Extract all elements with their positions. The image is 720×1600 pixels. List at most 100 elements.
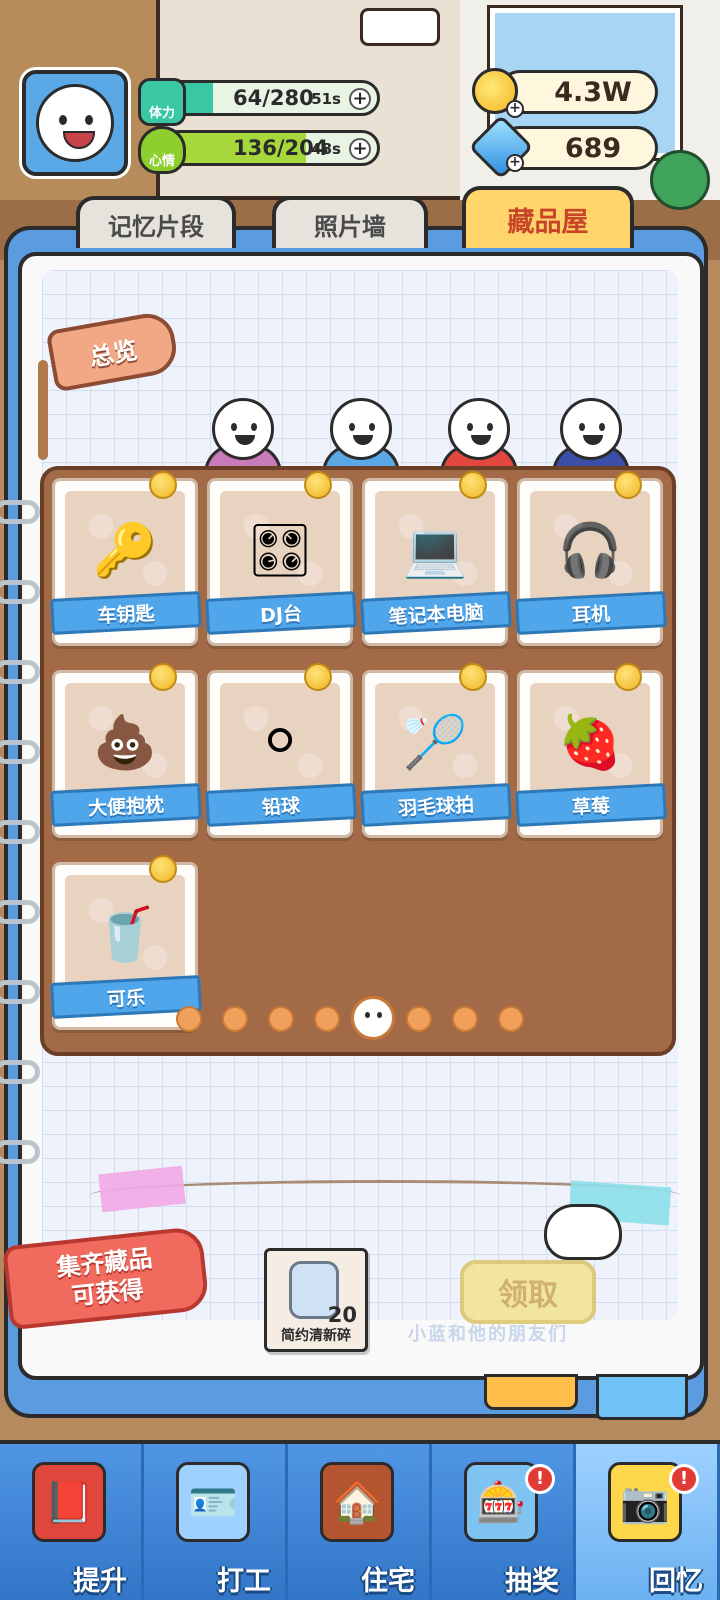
character-face [560, 398, 622, 460]
nav-item-4[interactable]: 📷 回忆! [576, 1444, 720, 1600]
player-avatar[interactable] [22, 70, 128, 176]
tab-photo-wall[interactable]: 照片墙 [272, 196, 428, 248]
binder-ring [0, 500, 40, 524]
claim-button[interactable]: 领取 [460, 1260, 596, 1324]
stamina-add-button[interactable]: + [349, 88, 371, 110]
poop-pillow-icon: 💩 [65, 683, 185, 801]
stamina-label: 体力 [148, 106, 175, 121]
tab-collection-room[interactable]: 藏品屋 [462, 186, 634, 248]
house-icon: 🏠 [320, 1462, 394, 1542]
bookmark-ribbon [596, 1374, 688, 1420]
collection-item-card[interactable]: 🥤 可乐 [50, 855, 202, 1030]
pin-icon [459, 663, 487, 691]
binder-ring [0, 1060, 40, 1084]
nav-label: 抽奖 [505, 1566, 559, 1597]
binder-ring [0, 900, 40, 924]
item-name-label: 草莓 [515, 783, 667, 827]
banner-line-2: 可获得 [70, 1275, 145, 1311]
character-face-sunglasses [448, 398, 510, 460]
page-dot[interactable] [222, 1006, 248, 1032]
page-dot[interactable] [176, 1006, 202, 1032]
collection-item-card[interactable]: ⚪ 铅球 [205, 663, 357, 838]
alert-badge-icon: ! [525, 1464, 555, 1494]
pin-icon [149, 855, 177, 883]
stamina-timer: 51s [311, 90, 341, 108]
strawberry-icon: 🍓 [530, 683, 650, 801]
watermark-text: 小蓝和他的朋友们 [408, 1324, 568, 1345]
pin-icon [614, 663, 642, 691]
coin-amount: 4.3W [554, 76, 632, 108]
page-dot[interactable] [452, 1006, 478, 1032]
badminton-racket-icon: 🏸 [375, 683, 495, 801]
gem-amount: 689 [564, 132, 622, 164]
item-name-label: 车钥匙 [50, 591, 202, 635]
alert-badge-icon: ! [669, 1464, 699, 1494]
laptop-icon: 💻 [375, 491, 495, 609]
stamina-dumbbell-icon: 体力 [138, 78, 186, 126]
coin-add-button[interactable]: + [506, 100, 524, 118]
mood-heart-icon: 心情 [138, 126, 186, 174]
page-dot-active[interactable] [351, 996, 395, 1040]
collection-item-card[interactable]: 💻 笔记本电脑 [360, 471, 512, 646]
nav-label: 提升 [73, 1566, 127, 1597]
tab-label: 记忆片段 [108, 212, 204, 241]
collection-item-card[interactable]: 🍓 草莓 [515, 663, 667, 838]
pin-icon [304, 663, 332, 691]
avatar-face-icon [36, 84, 114, 162]
collection-item-card[interactable]: 🎧 耳机 [515, 471, 667, 646]
air-conditioner [360, 8, 440, 46]
item-name-label: 铅球 [205, 783, 357, 827]
item-name-label: 羽毛球拍 [360, 783, 512, 827]
character-face [212, 398, 274, 460]
claim-label: 领取 [498, 1278, 558, 1313]
nav-item-3[interactable]: 🎰 抽奖! [432, 1444, 576, 1600]
bookmark-tab [484, 1374, 578, 1410]
gem-add-button[interactable]: + [506, 154, 524, 172]
nav-label: 住宅 [361, 1566, 415, 1597]
nav-item-2[interactable]: 🏠 住宅 [288, 1444, 432, 1600]
mood-label: 心情 [148, 154, 175, 169]
reward-count: 20 [327, 1303, 357, 1327]
headphones-icon: 🎧 [530, 491, 650, 609]
shot-put-icon: ⚪ [220, 683, 340, 801]
binder-ring [0, 580, 40, 604]
work-badge-icon: 🪪 [176, 1462, 250, 1542]
page-dot[interactable] [314, 1006, 340, 1032]
cat-decoration [544, 1204, 622, 1260]
nav-item-0[interactable]: 📕 提升 [0, 1444, 144, 1600]
pin-icon [149, 663, 177, 691]
stamina-value: 64/280 [233, 86, 314, 110]
collection-item-card[interactable]: 🏸 羽毛球拍 [360, 663, 512, 838]
pin-icon [459, 471, 487, 499]
binder-ring [0, 980, 40, 1004]
item-name-label: 大便抱枕 [50, 783, 202, 827]
mood-add-button[interactable]: + [349, 138, 371, 160]
mood-timer: 48s [311, 140, 341, 158]
page-dot[interactable] [406, 1006, 432, 1032]
collection-item-card[interactable]: 🔑 车钥匙 [50, 471, 202, 646]
binder-ring [0, 820, 40, 844]
mood-bar: 136/204 48s + [160, 130, 380, 166]
cola-can-icon: 🥤 [65, 875, 185, 993]
collection-item-card[interactable]: 🎛 DJ台 [205, 471, 357, 646]
nav-item-1[interactable]: 🪪 打工 [144, 1444, 288, 1600]
item-name-label: DJ台 [205, 591, 357, 635]
overview-label: 总览 [87, 335, 140, 372]
dj-deck-icon: 🎛 [220, 491, 340, 609]
stamina-bar: 64/280 51s + [160, 80, 380, 116]
pin-icon [614, 471, 642, 499]
character-face [330, 398, 392, 460]
page-dot[interactable] [268, 1006, 294, 1032]
page-dot[interactable] [498, 1006, 524, 1032]
collection-item-card[interactable]: 💩 大便抱枕 [50, 663, 202, 838]
binder-ring [0, 660, 40, 684]
tab-memory-fragments[interactable]: 记忆片段 [76, 196, 236, 248]
potted-plant [650, 150, 710, 210]
item-name-label: 笔记本电脑 [360, 591, 512, 635]
reward-item-card[interactable]: 20 简约清新碎 [264, 1248, 368, 1352]
tab-label: 藏品屋 [507, 206, 589, 238]
tag-rope [38, 360, 48, 460]
nav-label: 回忆 [649, 1566, 703, 1597]
item-name-label: 耳机 [515, 591, 667, 635]
pin-icon [304, 471, 332, 499]
